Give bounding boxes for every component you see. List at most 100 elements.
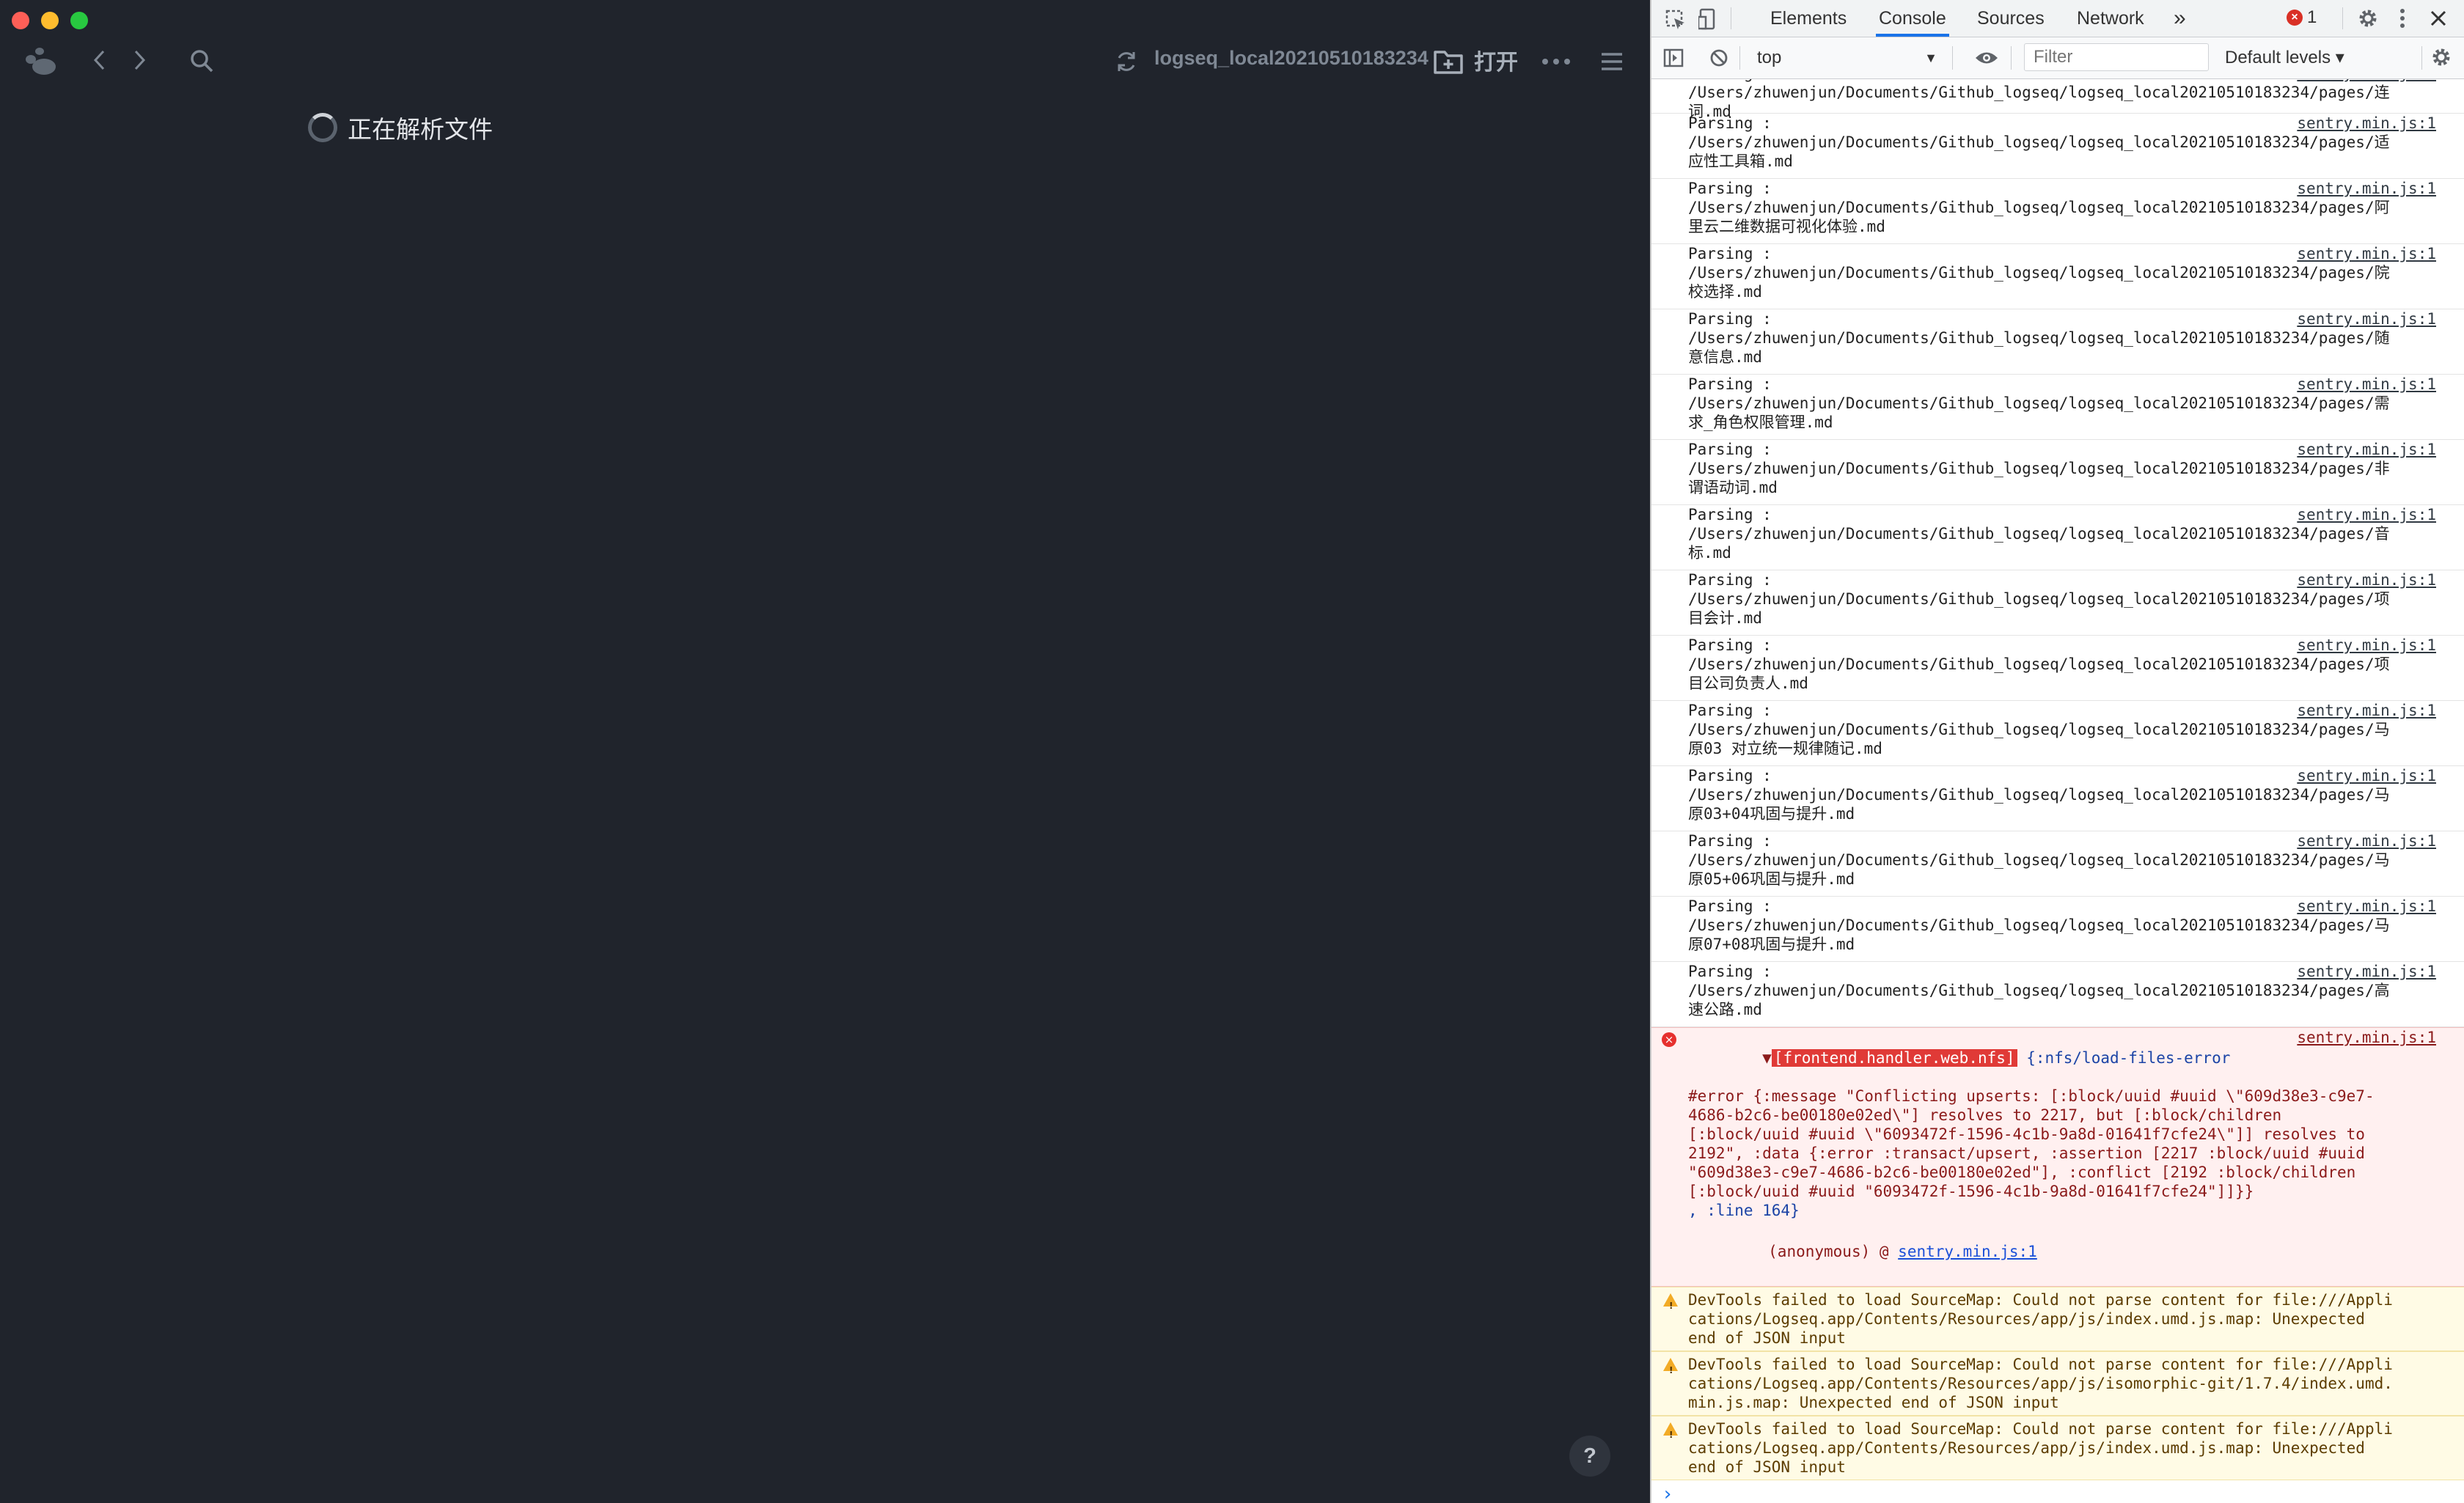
log-source-link[interactable]: sentry.min.js:1	[2297, 114, 2436, 133]
chevron-left-icon[interactable]	[87, 47, 113, 73]
warning-list: ! DevTools failed to load SourceMap: Coul…	[1651, 1287, 2464, 1480]
help-button[interactable]: ?	[1569, 1436, 1610, 1477]
console-output: sentry.min.js:1Parsing :/Users/zhuwenjun…	[1651, 79, 2464, 1503]
expand-toggle-icon[interactable]: ▼	[1762, 1049, 1772, 1067]
log-source-link[interactable]: sentry.min.js:1	[2297, 505, 2436, 524]
sidebar-toggle-icon[interactable]	[1662, 46, 1685, 70]
log-source-link[interactable]: sentry.min.js:1	[2297, 79, 2436, 83]
clear-console-icon[interactable]	[1707, 46, 1731, 70]
chevron-right-icon[interactable]	[126, 47, 153, 73]
log-path: /Users/zhuwenjun/Documents/Github_logseq…	[1688, 916, 2390, 934]
warning-icon: !	[1663, 1358, 1678, 1375]
logseq-logo-icon[interactable]	[22, 43, 59, 79]
search-icon[interactable]	[186, 45, 217, 76]
log-path-tail: 目公司负责人.md	[1688, 675, 1808, 692]
gear-icon[interactable]	[2355, 6, 2380, 31]
log-source-link[interactable]: sentry.min.js:1	[2297, 244, 2436, 263]
log-path: /Users/zhuwenjun/Documents/Github_logseq…	[1688, 329, 2390, 347]
log-source-link[interactable]: sentry.min.js:1	[2297, 766, 2436, 785]
tab-network[interactable]: Network	[2077, 0, 2144, 37]
loading-indicator: 正在解析文件	[308, 110, 493, 145]
tab-sources[interactable]: Sources	[1977, 0, 2045, 37]
loading-spinner-icon	[308, 113, 337, 142]
warning-line: min.js.map: Unexpected end of JSON input	[1688, 1394, 2059, 1411]
log-entry: sentry.min.js:1Parsing :/Users/zhuwenjun…	[1651, 179, 2464, 244]
log-source-link[interactable]: sentry.min.js:1	[2297, 897, 2436, 916]
log-path-tail: 原03 对立统一规律随记.md	[1688, 740, 1882, 757]
warning-line: DevTools failed to load SourceMap: Could…	[1688, 1291, 2393, 1309]
log-source-link[interactable]: sentry.min.js:1	[2297, 636, 2436, 655]
error-count: 1	[2307, 7, 2317, 27]
log-source-link[interactable]: sentry.min.js:1	[2297, 440, 2436, 459]
stack-frame-label: (anonymous) @	[1768, 1243, 1899, 1260]
error-x-icon: ×	[2287, 10, 2303, 26]
eye-icon[interactable]	[1973, 46, 2001, 70]
warning-line: DevTools failed to load SourceMap: Could…	[1688, 1420, 2393, 1438]
folder-plus-icon[interactable]	[1431, 45, 1465, 78]
log-levels-dropdown[interactable]: Default levels ▾	[2225, 45, 2344, 71]
prompt-chevron-icon: ›	[1662, 1483, 1673, 1503]
minimize-window-button[interactable]	[41, 12, 59, 29]
error-namespace: [frontend.handler.web.nfs]	[1771, 1049, 2017, 1067]
devtools-panel: Elements Console Sources Network » × 1 t…	[1650, 0, 2464, 1503]
log-entry: sentry.min.js:1Parsing :/Users/zhuwenjun…	[1651, 831, 2464, 897]
log-entry: sentry.min.js:1Parsing :/Users/zhuwenjun…	[1651, 505, 2464, 570]
error-count-badge[interactable]: × 1	[2287, 7, 2317, 28]
log-source-link[interactable]: sentry.min.js:1	[2297, 570, 2436, 589]
log-path: /Users/zhuwenjun/Documents/Github_logseq…	[1688, 982, 2390, 999]
dropdown-arrow-icon: ▼	[1924, 51, 1937, 65]
log-source-link[interactable]: sentry.min.js:1	[2297, 179, 2436, 198]
close-window-button[interactable]	[12, 12, 29, 29]
more-vertical-icon[interactable]	[2394, 6, 2411, 31]
log-entry: sentry.min.js:1Parsing :/Users/zhuwenjun…	[1651, 114, 2464, 179]
warning-line: cations/Logseq.app/Contents/Resources/ap…	[1688, 1375, 2393, 1392]
refresh-icon[interactable]	[1112, 47, 1141, 76]
error-keyword: {:nfs/load-files-error	[2026, 1049, 2231, 1067]
tab-elements[interactable]: Elements	[1770, 0, 1847, 37]
tab-console[interactable]: Console	[1876, 0, 1949, 37]
log-source-link[interactable]: sentry.min.js:1	[2297, 701, 2436, 720]
more-tabs-button[interactable]: »	[2174, 0, 2186, 37]
log-entry: sentry.min.js:1Parsing :/Users/zhuwenjun…	[1651, 375, 2464, 440]
console-prompt[interactable]: ›	[1651, 1480, 2464, 1503]
console-filter-input[interactable]	[2024, 43, 2209, 71]
stack-trace: (anonymous) @ sentry.min.js:1	[1688, 1223, 2426, 1280]
error-message-line: [:block/uuid #uuid \"6093472f-1596-4c1b-…	[1688, 1125, 2365, 1143]
log-source-link[interactable]: sentry.min.js:1	[2297, 309, 2436, 328]
log-source-link[interactable]: sentry.min.js:1	[2297, 375, 2436, 394]
log-path: /Users/zhuwenjun/Documents/Github_logseq…	[1688, 655, 2390, 673]
log-entry: sentry.min.js:1Parsing :/Users/zhuwenjun…	[1651, 962, 2464, 1027]
repo-name[interactable]: logseq_local20210510183234	[1154, 47, 1429, 70]
log-entry: sentry.min.js:1Parsing :/Users/zhuwenjun…	[1651, 766, 2464, 831]
console-settings-gear-icon[interactable]	[2429, 45, 2454, 70]
open-folder-label[interactable]: 打开	[1474, 44, 1518, 76]
log-path: /Users/zhuwenjun/Documents/Github_logseq…	[1688, 590, 2390, 608]
devtools-tabbar: Elements Console Sources Network » × 1	[1651, 0, 2464, 37]
log-entry: sentry.min.js:1Parsing :/Users/zhuwenjun…	[1651, 309, 2464, 375]
log-source-link[interactable]: sentry.min.js:1	[2297, 1028, 2436, 1047]
error-message-line: "609d38e3-c9e7-4686-b2c6-be00180e02ed"],…	[1688, 1164, 2356, 1181]
log-path-tail: 谓语动词.md	[1688, 479, 1778, 496]
more-horizontal-icon[interactable]	[1540, 47, 1572, 76]
log-path: /Users/zhuwenjun/Documents/Github_logseq…	[1688, 394, 2390, 412]
log-path-tail: 求_角色权限管理.md	[1688, 414, 1833, 431]
warning-line: cations/Logseq.app/Contents/Resources/ap…	[1688, 1439, 2365, 1457]
device-toolbar-icon[interactable]	[1697, 7, 1719, 31]
warning-entry: ! DevTools failed to load SourceMap: Coul…	[1651, 1416, 2464, 1480]
log-path: /Users/zhuwenjun/Documents/Github_logseq…	[1688, 264, 2390, 282]
log-path: /Users/zhuwenjun/Documents/Github_logseq…	[1688, 133, 2390, 151]
context-value: top	[1757, 48, 1782, 67]
menu-icon[interactable]	[1596, 47, 1628, 76]
log-path-tail: 原03+04巩固与提升.md	[1688, 805, 1855, 823]
error-entry: × sentry.min.js:1 ▼ [frontend.handler.web…	[1651, 1027, 2464, 1287]
error-line-key: , :line 164}	[1688, 1202, 1800, 1219]
log-path: /Users/zhuwenjun/Documents/Github_logseq…	[1688, 525, 2390, 543]
log-path-tail: 里云二维数据可视化体验.md	[1688, 218, 1885, 235]
context-selector[interactable]: top ▼	[1751, 45, 1943, 71]
log-source-link[interactable]: sentry.min.js:1	[2297, 831, 2436, 850]
zoom-window-button[interactable]	[70, 12, 88, 29]
log-source-link[interactable]: sentry.min.js:1	[2297, 962, 2436, 981]
close-icon[interactable]	[2426, 6, 2451, 31]
stack-frame-link[interactable]: sentry.min.js:1	[1898, 1243, 2037, 1260]
inspect-element-icon[interactable]	[1665, 9, 1687, 31]
